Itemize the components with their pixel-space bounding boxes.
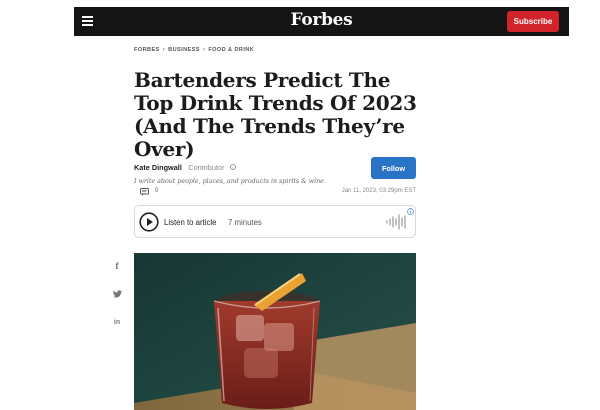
article-meta: 0 Jan 11, 2023, 03:29pm EST [134,186,416,200]
page-frame: Forbes Subscribe FORBES › BUSINESS › FOO… [74,7,569,410]
author-role: Contributor [188,163,225,172]
twitter-icon[interactable] [111,288,123,300]
comment-count: 0 [155,188,159,194]
author-name[interactable]: Kate Dingwall [134,163,182,172]
listen-to-article-player[interactable]: Listen to article 7 minutes [134,205,416,238]
soundwave-icon [386,214,406,230]
comment-icon[interactable] [140,188,149,196]
play-icon[interactable] [139,212,159,232]
listen-duration: 7 minutes [228,218,262,227]
breadcrumb-item-forbes[interactable]: FORBES [134,47,160,53]
cocktail-photo [134,253,416,410]
subscribe-button[interactable]: Subscribe [507,11,559,32]
author-bio: I write about people, places, and produc… [134,178,326,185]
article-title: Bartenders Predict The Top Drink Trends … [134,68,417,161]
facebook-icon[interactable]: f [111,260,123,272]
listen-label: Listen to article [164,218,217,227]
breadcrumb-item-food-drink[interactable]: FOOD & DRINK [208,47,254,53]
hamburger-icon[interactable] [82,16,93,26]
info-icon[interactable]: i [229,164,236,170]
linkedin-icon[interactable]: in [111,316,123,328]
publish-date: Jan 11, 2023, 03:29pm EST [341,188,416,194]
breadcrumb: FORBES › BUSINESS › FOOD & DRINK [134,47,254,53]
chevron-right-icon: › [162,47,166,53]
info-icon[interactable] [407,208,414,215]
logo-wrap: Forbes [74,10,569,30]
follow-button[interactable]: Follow [371,157,416,179]
chevron-right-icon: › [202,47,206,53]
breadcrumb-item-business[interactable]: BUSINESS [168,47,200,53]
top-navigation-bar: Forbes Subscribe [74,7,569,36]
hero-image [134,253,416,410]
forbes-logo[interactable]: Forbes [291,10,353,30]
